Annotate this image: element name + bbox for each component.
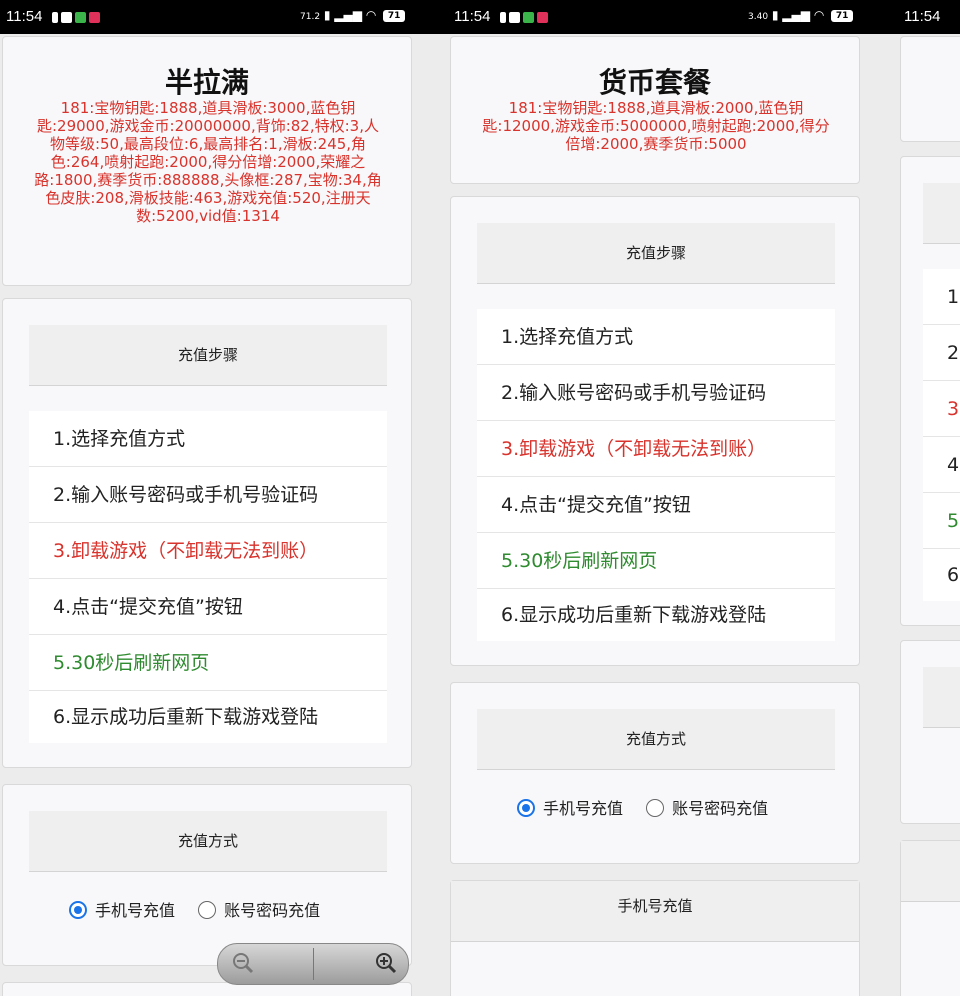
network-speed: 3.40 — [748, 12, 769, 22]
phone-recharge-card: 手机号充值 — [450, 880, 860, 996]
steps-header: 充值步骤 — [477, 223, 835, 284]
step-item: 5 — [923, 493, 960, 549]
status-bar: 11:54 71.2 ▮ ▂▄▆ ◠ 71 — [0, 0, 448, 34]
phone-radio[interactable]: 手机号充值 — [69, 901, 175, 920]
steps-header: 充值步骤 — [29, 325, 387, 386]
method-radios: 手机号充值 账号密码充值 — [69, 897, 320, 921]
middle-panel: 11:54 3.40 ▮ ▂▄▆ ◠ 71 货币套餐 181:宝物钥匙:1888… — [448, 0, 896, 996]
wifi-icon: ◠ — [365, 8, 377, 22]
method-radios: 手机号充值 账号密码充值 — [517, 795, 768, 819]
step-item: 6 — [923, 549, 960, 601]
phone-radio-label[interactable]: 手机号充值 — [543, 799, 623, 818]
method-card: 充值方式 手机号充值 账号密码充值 — [2, 784, 412, 966]
network-speed: 71.2 — [300, 12, 321, 22]
status-bar: 11:54 — [896, 0, 960, 34]
step-item: 4.点击“提交充值”按钮 — [29, 579, 387, 635]
package-desc: 181:宝物钥匙:1888,道具滑板:3000,蓝色钥匙:29000,游戏金币:… — [34, 99, 382, 225]
zoom-in-button[interactable] — [313, 944, 408, 984]
signal-icon: ▮ ▂▄▆ — [323, 8, 362, 22]
package-desc: 181:宝物钥匙:1888,道具滑板:2000,蓝色钥匙:12000,游戏金币:… — [482, 99, 830, 153]
step-item: 1.选择充值方式 — [477, 309, 835, 365]
notification-icons — [500, 10, 551, 23]
method-header: 充值方式 — [477, 709, 835, 770]
status-time: 11:54 — [454, 8, 491, 25]
status-bar: 11:54 3.40 ▮ ▂▄▆ ◠ 71 — [448, 0, 896, 34]
steps-card: 1. 2 3 4 5 6 — [900, 156, 960, 626]
phone-recharge-header: 手机号充值 — [451, 881, 859, 942]
package-title: 半拉满 — [164, 66, 249, 99]
package-card: 货币套餐 181:宝物钥匙:1888,道具滑板:2000,蓝色钥匙:12000,… — [450, 36, 860, 184]
notification-icons — [52, 10, 103, 23]
method-card — [900, 640, 960, 824]
phone-radio-label[interactable]: 手机号充值 — [95, 901, 175, 920]
step-item: 4 — [923, 437, 960, 493]
radio-unchecked-icon[interactable] — [646, 799, 665, 817]
radio-unchecked-icon[interactable] — [198, 901, 217, 919]
battery-icon: 71 — [383, 9, 406, 22]
radio-checked-icon[interactable] — [517, 799, 535, 817]
wifi-icon: ◠ — [813, 8, 825, 22]
step-item: 6.显示成功后重新下载游戏登陆 — [29, 691, 387, 743]
steps-header — [923, 183, 960, 244]
steps-card: 充值步骤 1.选择充值方式 2.输入账号密码或手机号验证码 3.卸载游戏（不卸载… — [2, 298, 412, 768]
right-panel: 11:54 1. 2 3 4 5 6 — [896, 0, 960, 996]
step-item: 2.输入账号密码或手机号验证码 — [477, 365, 835, 421]
package-card — [900, 36, 960, 142]
status-right: 3.40 ▮ ▂▄▆ ◠ 71 — [748, 8, 854, 22]
step-item: 3 — [923, 381, 960, 437]
left-panel: 11:54 71.2 ▮ ▂▄▆ ◠ 71 半拉满 181:宝物钥匙:1888,… — [0, 0, 448, 996]
step-item: 5.30秒后刷新网页 — [477, 533, 835, 589]
step-item: 1. — [923, 269, 960, 325]
phone-recharge-card — [900, 840, 960, 996]
step-item: 3.卸载游戏（不卸载无法到账） — [477, 421, 835, 477]
phone-radio[interactable]: 手机号充值 — [517, 799, 623, 818]
status-time: 11:54 — [904, 8, 941, 25]
step-item: 1.选择充值方式 — [29, 411, 387, 467]
step-item: 2.输入账号密码或手机号验证码 — [29, 467, 387, 523]
account-radio[interactable]: 账号密码充值 — [646, 799, 768, 818]
package-card: 半拉满 181:宝物钥匙:1888,道具滑板:3000,蓝色钥匙:29000,游… — [2, 36, 412, 286]
status-right: 71.2 ▮ ▂▄▆ ◠ 71 — [300, 8, 406, 22]
step-item: 6.显示成功后重新下载游戏登陆 — [477, 589, 835, 641]
zoom-control[interactable] — [217, 943, 409, 985]
battery-icon: 71 — [831, 9, 854, 22]
zoom-in-icon — [376, 953, 397, 974]
step-item: 4.点击“提交充值”按钮 — [477, 477, 835, 533]
step-item: 3.卸载游戏（不卸载无法到账） — [29, 523, 387, 579]
package-title: 货币套餐 — [598, 66, 711, 99]
method-header: 充值方式 — [29, 811, 387, 872]
zoom-out-button[interactable] — [218, 944, 313, 984]
radio-checked-icon[interactable] — [69, 901, 87, 919]
status-time: 11:54 — [6, 8, 43, 25]
account-radio[interactable]: 账号密码充值 — [198, 901, 320, 920]
step-item: 2 — [923, 325, 960, 381]
steps-card: 充值步骤 1.选择充值方式 2.输入账号密码或手机号验证码 3.卸载游戏（不卸载… — [450, 196, 860, 666]
zoom-out-icon — [233, 953, 254, 974]
signal-icon: ▮ ▂▄▆ — [771, 8, 810, 22]
method-header — [923, 667, 960, 728]
phone-recharge-header — [901, 841, 960, 902]
method-card: 充值方式 手机号充值 账号密码充值 — [450, 682, 860, 864]
account-radio-label[interactable]: 账号密码充值 — [224, 901, 320, 920]
step-item: 5.30秒后刷新网页 — [29, 635, 387, 691]
account-radio-label[interactable]: 账号密码充值 — [672, 799, 768, 818]
